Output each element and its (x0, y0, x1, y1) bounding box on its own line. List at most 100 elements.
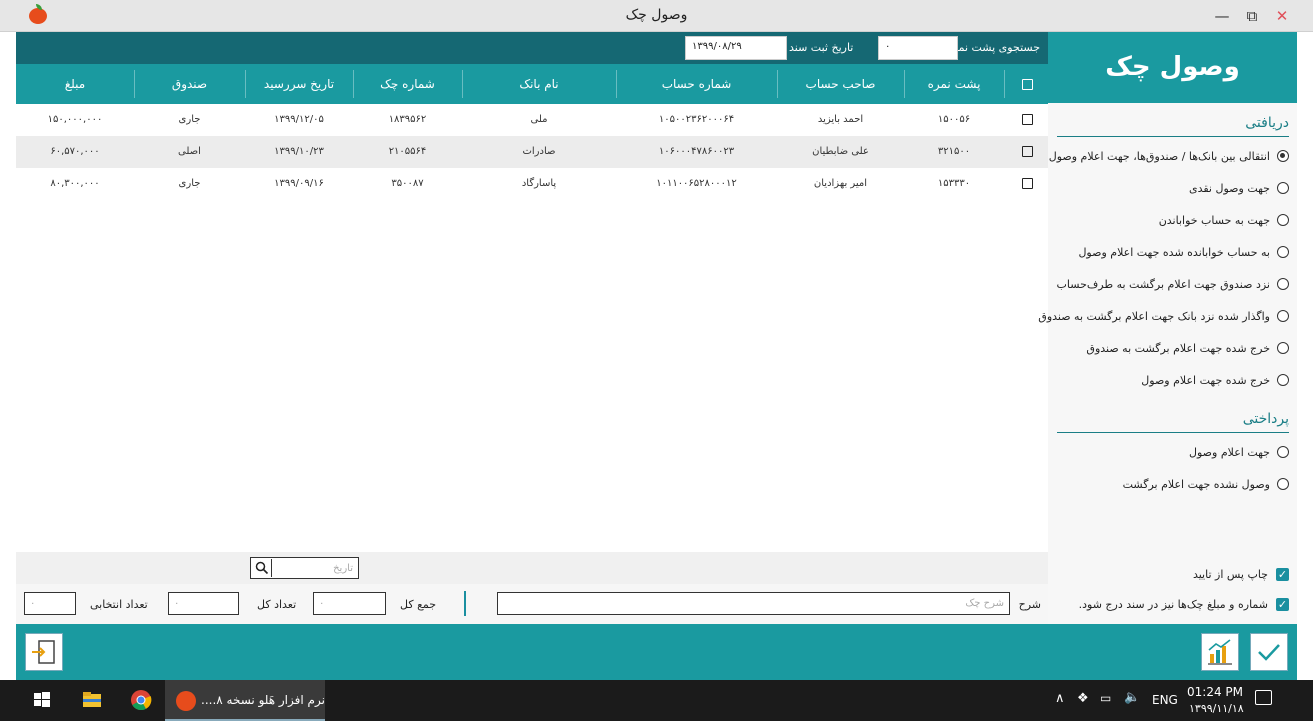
cell-amount: ۶۰,۵۷۰,۰۰۰ (50, 146, 100, 157)
include-cheque-info-label: شماره و مبلغ چک‌ها نیز در سند درج شود. (1078, 597, 1268, 611)
checkbox-checked-icon[interactable]: ✓ (1276, 567, 1289, 581)
exit-door-icon (32, 640, 55, 664)
cell-bank-name: صادرات (522, 146, 556, 157)
cell-account-owner: امیر بهزادیان (813, 178, 868, 189)
table-row[interactable]: ۱۵۳۳۳۰ امیر بهزادیان ۱۰۱۱۰۰۶۵۲۸۰۰۰۱۲ پاسارگ… (16, 168, 1048, 200)
radio-unselected-icon[interactable] (1277, 278, 1289, 290)
column-divider (245, 70, 246, 98)
radio-unselected-icon[interactable] (1277, 310, 1289, 322)
search-icon[interactable] (252, 559, 272, 577)
total-sum-label: جمع کل (400, 598, 437, 611)
col-cheque-number[interactable]: شماره چک (353, 64, 462, 104)
cell-fund: جاری (178, 114, 201, 125)
radio-option-label: خرج شده جهت اعلام برگشت به صندوق (1086, 341, 1270, 355)
cell-cheque-number: ۲۱۰۵۵۶۴ (388, 146, 427, 157)
total-count-field: ۰ (168, 592, 239, 615)
col-due-date[interactable]: تاریخ سررسید (245, 64, 353, 104)
cell-bank-name: پاسارگاد (521, 178, 557, 189)
radio-option[interactable]: جهت به حساب خواباندن (1159, 210, 1289, 230)
row-checkbox[interactable] (1022, 114, 1033, 125)
notifications-icon[interactable] (1255, 690, 1272, 705)
clock-date[interactable]: ۱۳۹۹/۱۱/۱۸ (1189, 702, 1244, 715)
exit-button[interactable] (25, 633, 63, 671)
taskbar: نرم افزار هَلو نسخه ۸.... ∧ ❖ ▭ 🔈 ENG 01… (0, 680, 1313, 721)
dropbox-icon[interactable]: ❖ (1077, 691, 1089, 706)
windows-start-icon[interactable] (30, 688, 54, 712)
total-count-label: تعداد کل (257, 598, 297, 611)
row-checkbox[interactable] (1022, 146, 1033, 157)
cell-fund: اصلی (178, 146, 201, 157)
cell-cheque-number: ۳۵۰۰۸۷ (391, 178, 424, 189)
chart-report-icon (1208, 639, 1232, 665)
table-row[interactable]: ۱۵۰۰۵۶ احمد بایزید ۱۰۵۰۰۲۳۶۲۰۰۰۶۴ ملی ۱۸۳۹۵۶… (16, 104, 1048, 136)
table-header: پشت نمره صاحب حساب شماره حساب نام بانک ش… (16, 64, 1048, 104)
radio-option-label: وصول نشده جهت اعلام برگشت (1122, 477, 1270, 491)
radio-option[interactable]: وصول نشده جهت اعلام برگشت (1123, 474, 1289, 494)
col-fund[interactable]: صندوق (134, 64, 245, 104)
radio-unselected-icon[interactable] (1277, 182, 1289, 194)
select-all-checkbox[interactable] (1022, 79, 1033, 90)
radio-option[interactable]: خرج شده جهت اعلام برگشت به صندوق (1086, 338, 1289, 358)
radio-option-label: جهت به حساب خواباندن (1158, 213, 1270, 227)
summary-strip: شرح شرح چک جمع کل ۰ تعداد کل ۰ تعداد انت… (16, 584, 1048, 624)
radio-unselected-icon[interactable] (1277, 374, 1289, 386)
radio-unselected-icon[interactable] (1277, 246, 1289, 258)
radio-unselected-icon[interactable] (1277, 214, 1289, 226)
report-button[interactable] (1201, 633, 1239, 671)
language-indicator[interactable]: ENG (1152, 693, 1178, 707)
radio-option[interactable]: به حساب خوابانده شده جهت اعلام وصول (1078, 242, 1289, 262)
maximize-button[interactable]: ⧉ (1240, 4, 1264, 28)
radio-selected-icon[interactable] (1277, 150, 1289, 162)
taskbar-app-label: نرم افزار هَلو نسخه ۸.... (201, 693, 325, 707)
cell-account-number: ۱۰۱۱۰۰۶۵۲۸۰۰۰۱۲ (656, 178, 737, 189)
description-label: شرح (1018, 598, 1041, 611)
cell-account-owner: علی ضابطیان (812, 146, 869, 157)
radio-option-label: جهت اعلام وصول (1189, 445, 1270, 459)
checkbox-checked-icon[interactable]: ✓ (1276, 597, 1289, 611)
clock-time[interactable]: 01:24 PM (1187, 685, 1243, 699)
description-input[interactable]: شرح چک (497, 592, 1010, 615)
print-after-confirm-checkbox[interactable]: ✓ چاپ پس از تایید (1193, 565, 1289, 583)
radio-option[interactable]: انتقالی بین بانک‌ها / صندوق‌ها، جهت اعلا… (1049, 146, 1289, 166)
search-label: جستجوی پشت نمره (946, 41, 1040, 54)
radio-option[interactable]: جهت وصول نقدی (1189, 178, 1289, 198)
radio-option-label: جهت وصول نقدی (1188, 181, 1270, 195)
file-explorer-icon[interactable] (80, 688, 104, 712)
minimize-button[interactable]: — (1210, 4, 1234, 28)
column-divider (353, 70, 354, 98)
column-divider (777, 70, 778, 98)
radio-option[interactable]: جهت اعلام وصول (1189, 442, 1289, 462)
panel-header: وصول چک (1048, 32, 1297, 103)
col-bank-name[interactable]: نام بانک (462, 64, 616, 104)
radio-option[interactable]: نزد صندوق جهت اعلام برگشت به طرف‌حساب (1057, 274, 1289, 294)
confirm-button[interactable] (1250, 633, 1288, 671)
date-input[interactable]: ۱۳۹۹/۰۸/۲۹ (685, 36, 787, 60)
col-amount[interactable]: مبلغ (16, 64, 134, 104)
radio-unselected-icon[interactable] (1277, 478, 1289, 490)
radio-option-label: به حساب خوابانده شده جهت اعلام وصول (1078, 245, 1270, 259)
window-title: وصول چک (625, 7, 688, 23)
col-account-number[interactable]: شماره حساب (616, 64, 777, 104)
cell-due-date: ۱۳۹۹/۱۲/۰۵ (274, 114, 324, 125)
taskbar-app-hello[interactable]: نرم افزار هَلو نسخه ۸.... (165, 680, 325, 721)
include-cheque-info-checkbox[interactable]: ✓ شماره و مبلغ چک‌ها نیز در سند درج شود. (1079, 595, 1289, 613)
col-account-owner[interactable]: صاحب حساب (777, 64, 904, 104)
table-row[interactable]: ۳۲۱۵۰۰ علی ضابطیان ۱۰۶۰۰۰۴۷۸۶۰۰۲۳ صادرات ۲۱۰… (16, 136, 1048, 168)
col-pasht-nomre[interactable]: پشت نمره (904, 64, 1004, 104)
show-hidden-icons-icon[interactable]: ∧ (1055, 691, 1065, 706)
chrome-icon[interactable] (129, 688, 153, 712)
network-icon[interactable]: ▭ (1100, 691, 1111, 705)
search-input[interactable]: ۰ (878, 36, 958, 60)
radio-unselected-icon[interactable] (1277, 342, 1289, 354)
radio-unselected-icon[interactable] (1277, 446, 1289, 458)
row-checkbox[interactable] (1022, 178, 1033, 189)
radio-option-label: نزد صندوق جهت اعلام برگشت به طرف‌حساب (1056, 277, 1270, 291)
column-divider (1004, 70, 1005, 98)
radio-option[interactable]: واگذار شده نزد بانک جهت اعلام برگشت به ص… (1038, 306, 1289, 326)
close-button[interactable]: ✕ (1270, 4, 1294, 28)
paid-section-title: پرداختی (1242, 411, 1289, 427)
radio-option[interactable]: خرج شده جهت اعلام وصول (1141, 370, 1289, 390)
volume-icon[interactable]: 🔈 (1124, 690, 1140, 705)
cell-bank-name: ملی (530, 114, 548, 125)
cell-fund: جاری (178, 178, 201, 189)
